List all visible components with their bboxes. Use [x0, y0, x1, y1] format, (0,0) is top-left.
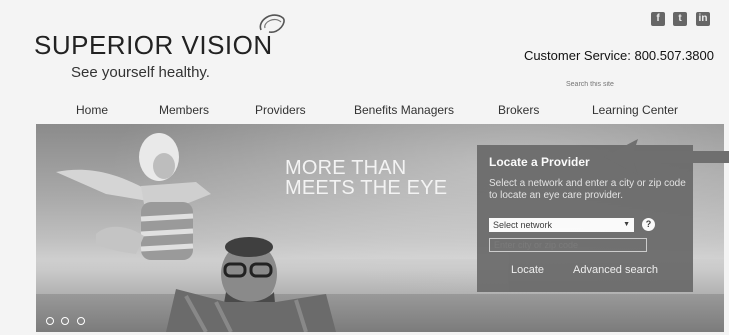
hero-headline-line1: MORE THAN: [285, 157, 407, 179]
nav-learning-center-link[interactable]: Learning Center: [592, 103, 678, 117]
carousel-dot-1[interactable]: [46, 317, 54, 325]
locate-provider-description: Select a network and enter a city or zip…: [489, 178, 686, 201]
network-select-value: Select network: [493, 220, 553, 230]
facebook-icon[interactable]: f: [651, 12, 665, 26]
nav-members-link[interactable]: Members: [159, 103, 209, 117]
chevron-down-icon: ▼: [623, 221, 630, 228]
brand-logo-text[interactable]: SUPERIOR VISION: [34, 30, 273, 61]
arrow-pointer-icon: [604, 139, 729, 175]
locate-provider-title: Locate a Provider: [489, 155, 590, 169]
site-search-input[interactable]: [560, 75, 718, 93]
locate-button[interactable]: Locate: [511, 264, 544, 276]
network-select[interactable]: Select network ▼: [489, 218, 634, 232]
carousel-dot-2[interactable]: [61, 317, 70, 325]
nav-members[interactable]: Members: [159, 103, 209, 117]
page: SUPERIOR VISION See yourself healthy. f …: [0, 0, 729, 335]
nav-benefits-managers-link[interactable]: Benefits Managers: [354, 103, 454, 117]
nav-benefits-managers[interactable]: Benefits Managers: [354, 103, 454, 117]
nav-learning-center[interactable]: Learning Center: [592, 103, 678, 117]
nav-brokers-link[interactable]: Brokers: [498, 103, 539, 117]
nav-providers-link[interactable]: Providers: [255, 103, 306, 117]
nav-brokers[interactable]: Brokers: [498, 103, 539, 117]
carousel-dot-3[interactable]: [76, 317, 85, 325]
hero-headline-line2: MEETS THE EYE: [285, 177, 448, 199]
carousel-dots: [46, 312, 88, 330]
hero-family-image: [56, 133, 336, 332]
twitter-icon[interactable]: t: [673, 12, 687, 26]
nav-home-link[interactable]: Home: [76, 103, 108, 117]
nav-providers[interactable]: Providers: [255, 103, 306, 117]
advanced-search-link[interactable]: Advanced search: [573, 264, 658, 276]
help-icon[interactable]: ?: [642, 218, 655, 231]
logo-swirl-icon: [259, 14, 285, 33]
customer-service-phone: Customer Service: 800.507.3800: [523, 48, 714, 63]
nav-home[interactable]: Home: [76, 103, 108, 117]
hero-headline: MORE THAN MEETS THE EYE: [285, 158, 485, 198]
city-zip-input[interactable]: [489, 238, 647, 252]
tagline: See yourself healthy.: [71, 64, 210, 81]
linkedin-icon[interactable]: in: [696, 12, 710, 26]
